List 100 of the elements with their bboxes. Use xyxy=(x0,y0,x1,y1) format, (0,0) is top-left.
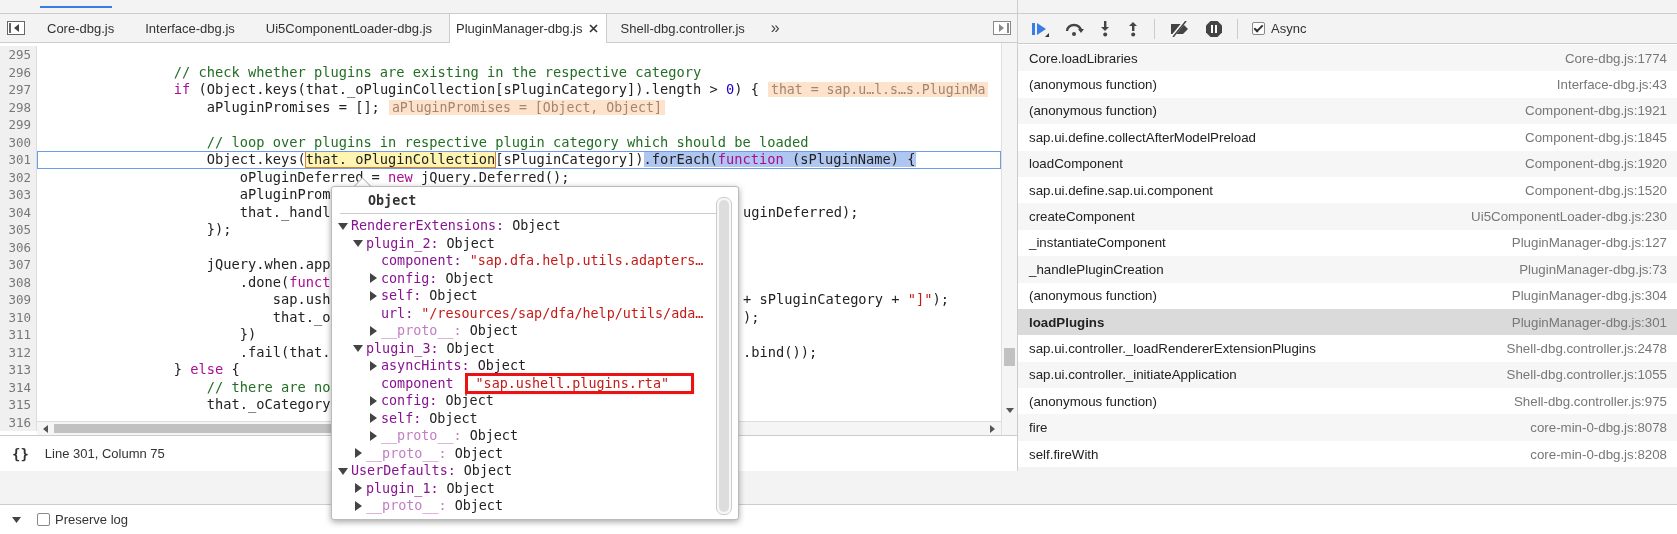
source-location: Component-dbg.js:1921 xyxy=(1525,103,1667,119)
function-name: sap.ui.define.sap.ui.component xyxy=(1029,182,1214,198)
property-name: __proto__: xyxy=(381,428,462,444)
property-value: "sap.dfa.help.utils.adapters… xyxy=(469,253,704,269)
source-location: Ui5ComponentLoader-dbg.js:230 xyxy=(1471,209,1667,225)
property-name: plugin_3: xyxy=(366,340,439,356)
property-name: self: xyxy=(381,288,422,304)
code-line: ); xyxy=(743,308,760,326)
source-location: core-min-0-dbg.js:8208 xyxy=(1530,446,1667,462)
line-number: 315 xyxy=(0,396,37,414)
code-line: }) xyxy=(238,326,257,342)
code-line: .fail(that. xyxy=(238,343,331,360)
property-value: Object xyxy=(446,235,495,251)
line-number: 305 xyxy=(0,221,37,239)
property-value: Object xyxy=(454,445,503,461)
function-name: Core.loadLibraries xyxy=(1029,50,1138,66)
property-value: Object xyxy=(469,323,518,339)
code-line: }); xyxy=(205,221,232,237)
source-location: PluginManager-dbg.js:304 xyxy=(1511,288,1667,304)
property-value: Object xyxy=(445,393,494,409)
property-name: __proto__: xyxy=(381,323,462,339)
code-line: that._handl xyxy=(238,203,331,220)
code-line: that._o xyxy=(271,308,331,325)
property-name: UserDefaults: xyxy=(351,463,456,479)
function-name: (anonymous function) xyxy=(1029,393,1157,409)
function-name: sap.ui.define.collectAfterModelPreload xyxy=(1029,129,1256,145)
function-name: self.fireWith xyxy=(1029,446,1099,462)
function-name: createComponent xyxy=(1029,209,1135,225)
code-line: oPluginDeferred = new jQuery.Deferred(); xyxy=(238,168,570,185)
property-value: Object xyxy=(429,410,478,426)
code-line: aPluginProm xyxy=(238,186,331,202)
property-name: self: xyxy=(381,410,422,426)
source-location: Core-dbg.js:1774 xyxy=(1565,50,1667,66)
property-name: config: xyxy=(381,393,438,409)
source-location: PluginManager-dbg.js:301 xyxy=(1511,314,1667,330)
property-name: plugin_2: xyxy=(366,235,439,251)
property-value: Object xyxy=(463,463,513,479)
highlighted-value: "sap.ushell.plugins.rta" xyxy=(467,375,692,391)
property-name: component xyxy=(381,375,454,391)
code-line: // loop over plugins in respective plugin category which should be loaded xyxy=(205,133,809,150)
property-value: Object xyxy=(477,358,527,374)
code-line: .bind()); xyxy=(743,343,818,361)
property-name: __proto__: xyxy=(366,498,447,514)
line-number: 303 xyxy=(0,186,37,204)
popover-title: Object xyxy=(368,192,417,208)
code-line: that._oCategory xyxy=(205,396,331,412)
property-name: plugin_1: xyxy=(366,480,439,496)
source-location: Shell-dbg.controller.js:975 xyxy=(1514,393,1667,409)
source-location: Component-dbg.js:1845 xyxy=(1525,129,1667,145)
function-name: (anonymous function) xyxy=(1029,288,1157,304)
property-value: Object xyxy=(429,288,478,304)
cursor-position: Line 301, Column 75 xyxy=(44,446,165,461)
code-line: + sPluginCategory + "]"); xyxy=(743,291,950,309)
property-name: url: xyxy=(381,305,414,321)
source-location: PluginManager-dbg.js:73 xyxy=(1519,261,1667,277)
property-name: RendererExtensions: xyxy=(351,218,505,234)
line-number: 299 xyxy=(0,116,37,134)
property-value: Object xyxy=(469,428,518,444)
code-line: if (Object.keys(that._oPluginCollection[sPluginCategory]).length > 0) { xyxy=(172,81,759,97)
function-name: loadPlugins xyxy=(1029,314,1105,330)
function-name: _handlePluginCreation xyxy=(1029,261,1164,277)
line-number: 297 xyxy=(0,81,37,99)
code-line: } else { xyxy=(172,361,240,377)
source-location: PluginManager-dbg.js:127 xyxy=(1511,235,1667,251)
property-value: Object xyxy=(512,218,561,234)
line-number: 311 xyxy=(0,326,37,344)
function-name: (anonymous function) xyxy=(1029,77,1157,93)
function-name: (anonymous function) xyxy=(1029,103,1157,119)
source-location: Component-dbg.js:1920 xyxy=(1525,156,1667,172)
source-location: Shell-dbg.controller.js:1055 xyxy=(1506,367,1667,383)
line-number: 301 xyxy=(0,151,37,169)
function-name: loadComponent xyxy=(1029,156,1123,172)
property-name: config: xyxy=(381,270,438,286)
line-number: 295 xyxy=(0,46,37,64)
source-location: Shell-dbg.controller.js:2478 xyxy=(1506,341,1667,356)
code-line: // check whether plugins are existing in the respective category xyxy=(172,63,702,80)
property-value: "/resources/sap/dfa/help/utils/ada… xyxy=(421,305,704,321)
property-value: Object xyxy=(445,270,494,286)
function-name: _instantiateComponent xyxy=(1029,235,1166,251)
property-name: component: xyxy=(381,253,462,269)
code-line: uginDeferred); xyxy=(743,203,859,221)
line-number: 309 xyxy=(0,291,37,309)
function-name: sap.ui.controller._initiateApplication xyxy=(1029,367,1237,383)
code-line: // there are no xyxy=(205,378,331,395)
function-name: sap.ui.controller._loadRendererExtensionPlugins xyxy=(1029,341,1316,356)
property-value: Object xyxy=(446,340,495,356)
property-name: asyncHints: xyxy=(381,358,470,374)
inline-value: aPluginPromises = [Object, Object] xyxy=(388,99,665,115)
code-line: aPluginPromises = []; xyxy=(205,98,380,115)
line-number: 307 xyxy=(0,256,37,274)
code-line: jQuery.when.app xyxy=(205,256,331,272)
property-value: Object xyxy=(446,480,495,496)
source-location: Component-dbg.js:1520 xyxy=(1525,182,1667,198)
source-location: core-min-0-dbg.js:8078 xyxy=(1530,420,1667,436)
property-name: __proto__: xyxy=(366,445,447,461)
preserve-log-label: Preserve log xyxy=(55,512,128,527)
code-line: sap.ush xyxy=(271,291,331,307)
property-value: Object xyxy=(454,498,503,514)
function-name: fire xyxy=(1029,420,1048,436)
code-line: .done(funct xyxy=(238,273,331,290)
